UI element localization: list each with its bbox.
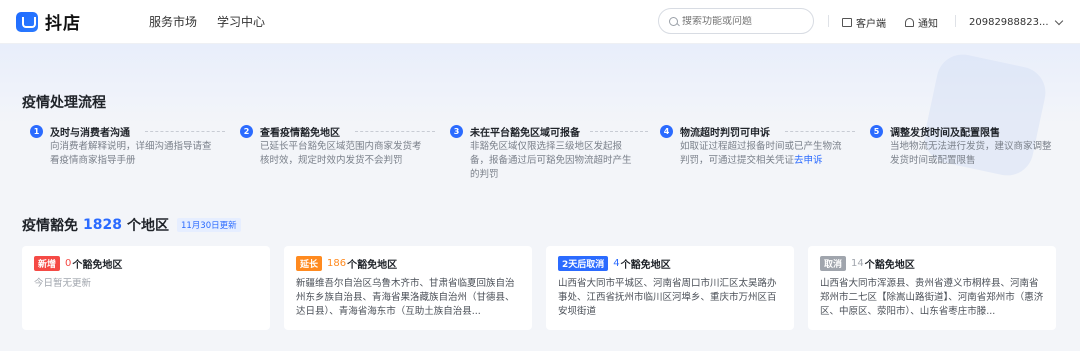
status-badge: 延长 (296, 256, 323, 271)
chevron-down-icon (1054, 16, 1063, 25)
divider (828, 15, 829, 27)
card-body: 今日暂无更新 (34, 278, 92, 289)
exemption-unit: 个地区 (126, 218, 169, 234)
bell-icon (905, 17, 914, 27)
account-menu[interactable]: 20982988823... (969, 0, 1063, 44)
step-number: 2 (240, 124, 253, 138)
nav-item-learning-center[interactable]: 学习中心 (217, 13, 265, 30)
step-number: 3 (450, 124, 463, 138)
exemption-title: 疫情豁免 (22, 218, 78, 234)
status-badge: 取消 (820, 256, 847, 271)
client-label: 客户端 (856, 18, 886, 30)
step-desc: 已延长平台豁免区域范围内商家发货考核时效，规定时效内发货不会判罚 (260, 141, 422, 166)
card-label: 个豁免地区 (72, 260, 123, 271)
card-body: 山西省大同市浑源县、贵州省遵义市桐梓县、河南省郑州市二七区【除嵩山路街道】、河南… (820, 278, 1044, 317)
exemption-card-canceled[interactable]: 取消 14 个豁免地区 山西省大同市浑源县、贵州省遵义市桐梓县、河南省郑州市二七… (808, 246, 1056, 330)
divider (955, 15, 956, 27)
account-name: 20982988823... (969, 16, 1049, 28)
nav-item-service-market[interactable]: 服务市场 (149, 13, 197, 30)
brand-name: 抖店 (45, 14, 81, 34)
exemption-card-new[interactable]: 新增 0 个豁免地区 今日暂无更新 (22, 246, 270, 330)
step-number: 4 (660, 124, 673, 138)
main-nav: 服务市场 学习中心 (149, 13, 265, 30)
exemption-card-canceling[interactable]: 2天后取消 4 个豁免地区 山西省大同市平城区、河南省周口市川汇区太昊路办事处、… (546, 246, 794, 330)
step-title: 物流超时判罚可申诉 (680, 127, 770, 139)
top-navbar: 抖店 服务市场 学习中心 客户端 通知 20982988823... (0, 0, 1080, 44)
hero-background (0, 44, 1080, 124)
status-badge: 2天后取消 (558, 256, 609, 271)
appeal-link[interactable]: 去申诉 (794, 155, 823, 166)
step-connector (785, 131, 855, 132)
card-label: 个豁免地区 (864, 260, 915, 271)
status-badge: 新增 (34, 256, 61, 271)
exemption-header: 疫情豁免 1828 个地区 11月30日更新 (22, 215, 241, 235)
update-badge: 11月30日更新 (176, 218, 241, 232)
search-icon (669, 16, 678, 26)
step-title: 未在平台豁免区域可报备 (470, 127, 580, 139)
step-connector (590, 131, 648, 132)
card-label: 个豁免地区 (347, 260, 398, 271)
step-desc: 非豁免区域仅限选择三级地区发起报备，报备通过后可豁免因物流超时产生的判罚 (470, 141, 632, 180)
card-body: 新疆维吾尔自治区乌鲁木齐市、甘肃省临夏回族自治州东乡族自治县、青海省果洛藏族自治… (296, 278, 515, 317)
step-connector (355, 131, 435, 132)
process-step: 5 调整发货时间及配置限售 当地物流无法进行发货，建议商家调整发货时间或配置限售 (870, 124, 1060, 168)
card-count: 186 (327, 258, 347, 269)
step-connector (145, 131, 225, 132)
download-icon (842, 17, 852, 27)
notice-link[interactable]: 通知 (905, 0, 938, 44)
doudian-logo-icon (16, 11, 38, 32)
notice-label: 通知 (918, 18, 938, 30)
client-link[interactable]: 客户端 (842, 0, 886, 44)
step-number: 5 (870, 124, 883, 138)
search-box[interactable] (658, 8, 814, 34)
exemption-count: 1828 (83, 217, 122, 233)
step-number: 1 (30, 124, 43, 138)
step-title: 调整发货时间及配置限售 (890, 127, 1000, 139)
step-desc: 向消费者解释说明，详细沟通指导请查看疫情商家指导手册 (50, 141, 212, 166)
step-title: 及时与消费者沟通 (50, 127, 130, 139)
search-input[interactable] (682, 15, 802, 27)
step-title: 查看疫情豁免地区 (260, 127, 340, 139)
card-count: 4 (613, 258, 620, 269)
step-desc: 当地物流无法进行发货，建议商家调整发货时间或配置限售 (890, 141, 1052, 166)
card-count: 14 (851, 258, 864, 269)
exemption-card-extended[interactable]: 延长 186 个豁免地区 新疆维吾尔自治区乌鲁木齐市、甘肃省临夏回族自治州东乡族… (284, 246, 532, 330)
card-body: 山西省大同市平城区、河南省周口市川汇区太昊路办事处、江西省抚州市临川区河埠乡、重… (558, 278, 777, 317)
card-label: 个豁免地区 (620, 260, 671, 271)
step-desc: 如取证过程超过报备时间或已产生物流判罚，可通过提交相关凭证去申诉 (680, 140, 842, 168)
brand-logo[interactable]: 抖店 (16, 9, 81, 34)
process-step: 3 未在平台豁免区域可报备 非豁免区域仅限选择三级地区发起报备，报备通过后可豁免… (450, 124, 640, 182)
process-title: 疫情处理流程 (22, 95, 106, 111)
card-count: 0 (65, 258, 72, 269)
